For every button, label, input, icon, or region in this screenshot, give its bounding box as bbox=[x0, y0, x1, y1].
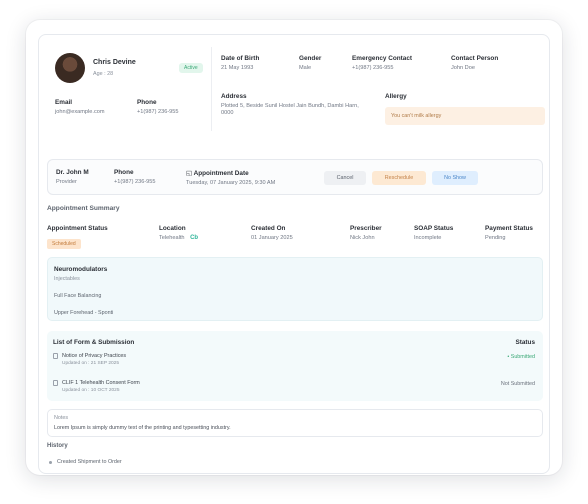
payment-status-label: Payment Status bbox=[485, 225, 533, 232]
forms-title: List of Form & Submission bbox=[53, 339, 135, 346]
contact-person-field: Contact Person John Doe bbox=[451, 55, 498, 71]
payment-status-value: Pending bbox=[485, 235, 506, 241]
history-item: Created Shipment to Order bbox=[57, 459, 122, 465]
treatment-panel: Neuromodulators Injectables Full Face Ba… bbox=[47, 257, 543, 321]
allergy-value: You can't milk allergy bbox=[385, 107, 545, 125]
document-icon bbox=[53, 353, 58, 359]
patient-name: Chris Devine bbox=[93, 59, 136, 66]
appointment-date-label-text: Appointment Date bbox=[193, 170, 249, 177]
appointment-provider-row: Dr. John M Provider Phone +1(987) 236-95… bbox=[47, 159, 543, 195]
address-field: Address Plotted 5, Beside Sunil Hostel J… bbox=[221, 93, 371, 117]
provider-role: Provider bbox=[56, 179, 77, 185]
form-updated: Updated on : 10 OCT 2025 bbox=[62, 388, 120, 393]
history-title: History bbox=[47, 443, 68, 449]
form-updated: Updated on : 21 SEP 2025 bbox=[62, 361, 119, 366]
gender-label: Gender bbox=[299, 55, 322, 62]
phone-label: Phone bbox=[137, 99, 157, 106]
contact-person-label: Contact Person bbox=[451, 55, 499, 62]
form-name[interactable]: CLIF 1 Telehealth Consent Form bbox=[62, 380, 140, 386]
status-badge: Active bbox=[179, 63, 203, 73]
appointment-card: Chris Devine Age : 28 Active Email john@… bbox=[26, 20, 562, 475]
location-label: Location bbox=[159, 225, 186, 232]
provider-field: Dr. John M Provider bbox=[56, 169, 89, 185]
form-status: Not Submitted bbox=[500, 381, 535, 387]
payment-status-field: Payment Status Pending bbox=[485, 225, 533, 241]
copy-link-icon[interactable]: Cb bbox=[190, 235, 198, 241]
summary-row: Appointment Status Scheduled Location Te… bbox=[39, 225, 549, 255]
status-badge: Scheduled bbox=[47, 239, 81, 249]
treatment-title: Neuromodulators bbox=[54, 266, 108, 273]
patient-age: Age : 28 bbox=[93, 71, 114, 77]
allergy-label: Allergy bbox=[385, 93, 407, 100]
address-value: Plotted 5, Beside Sunil Hostel Jain Bund… bbox=[221, 103, 359, 116]
soap-status-label: SOAP Status bbox=[414, 225, 454, 232]
appointment-status-field: Appointment Status Scheduled bbox=[47, 225, 108, 250]
divider bbox=[211, 47, 212, 131]
forms-panel: List of Form & Submission Status Notice … bbox=[47, 331, 543, 401]
notes-box: Notes Lorem Ipsum is simply dummy text o… bbox=[47, 409, 543, 437]
contact-person-value: John Doe bbox=[451, 65, 475, 71]
provider-phone-value: +1(987) 236-955 bbox=[114, 179, 156, 185]
phone-value: +1(987) 236-955 bbox=[137, 109, 179, 115]
timeline-dot-icon bbox=[49, 461, 52, 464]
form-status-text: Submitted bbox=[510, 354, 535, 360]
provider-phone-label: Phone bbox=[114, 169, 134, 176]
email-field: Email john@example.com bbox=[55, 99, 105, 115]
prescriber-label: Prescriber bbox=[350, 225, 382, 232]
gender-field: Gender Male bbox=[299, 55, 321, 71]
appointment-panel: Chris Devine Age : 28 Active Email john@… bbox=[38, 34, 550, 474]
avatar bbox=[55, 53, 85, 83]
form-status: • Submitted bbox=[507, 354, 535, 360]
appointment-date-value: Tuesday, 07 January 2025, 9:30 AM bbox=[186, 180, 276, 186]
treatment-subtitle: Injectables bbox=[54, 276, 80, 282]
notes-label: Notes bbox=[54, 415, 69, 421]
location-field: Location Telehealth Cb bbox=[159, 225, 198, 241]
soap-status-field: SOAP Status Incomplete bbox=[414, 225, 453, 241]
appointment-date-label: ◱ Appointment Date bbox=[186, 169, 275, 177]
soap-status-value: Incomplete bbox=[414, 235, 442, 241]
calendar-icon: ◱ bbox=[186, 170, 193, 177]
treatment-item: Full Face Balancing bbox=[54, 293, 102, 299]
allergy-field: Allergy bbox=[385, 93, 407, 100]
created-on-field: Created On 01 January 2025 bbox=[251, 225, 293, 241]
provider-phone-field: Phone +1(987) 236-955 bbox=[114, 169, 156, 185]
appointment-status-label: Appointment Status bbox=[47, 225, 108, 232]
dob-field: Date of Birth 21 May 1993 bbox=[221, 55, 259, 71]
emergency-value: +1(987) 236-955 bbox=[352, 65, 394, 71]
email-label: Email bbox=[55, 99, 73, 106]
prescriber-value: Nick John bbox=[350, 235, 375, 241]
provider-name: Dr. John M bbox=[56, 169, 89, 176]
prescriber-field: Prescriber Nick John bbox=[350, 225, 382, 241]
cancel-button[interactable]: Cancel bbox=[324, 171, 366, 185]
location-value: Telehealth bbox=[159, 235, 185, 241]
email-value: john@example.com bbox=[55, 109, 105, 115]
appointment-summary-title: Appointment Summary bbox=[47, 205, 120, 212]
dob-label: Date of Birth bbox=[221, 55, 260, 62]
forms-status-header: Status bbox=[515, 339, 535, 346]
dob-value: 21 May 1993 bbox=[221, 65, 254, 71]
created-on-label: Created On bbox=[251, 225, 286, 232]
notes-text: Lorem Ipsum is simply dummy text of the … bbox=[54, 425, 231, 431]
treatment-item: Upper Forehead - Sponti bbox=[54, 310, 114, 316]
form-name[interactable]: Notice of Privacy Practices bbox=[62, 353, 126, 359]
no-show-button[interactable]: No Show bbox=[432, 171, 478, 185]
document-icon bbox=[53, 380, 58, 386]
reschedule-button[interactable]: Reschedule bbox=[372, 171, 426, 185]
emergency-label: Emergency Contact bbox=[352, 55, 413, 62]
check-icon: • bbox=[507, 354, 510, 360]
gender-value: Male bbox=[299, 65, 312, 71]
emergency-contact-field: Emergency Contact +1(987) 236-955 bbox=[352, 55, 412, 71]
created-on-value: 01 January 2025 bbox=[251, 235, 293, 241]
phone-field: Phone +1(987) 236-955 bbox=[137, 99, 179, 115]
appointment-date-field: ◱ Appointment Date Tuesday, 07 January 2… bbox=[186, 169, 275, 186]
address-label: Address bbox=[221, 93, 247, 100]
